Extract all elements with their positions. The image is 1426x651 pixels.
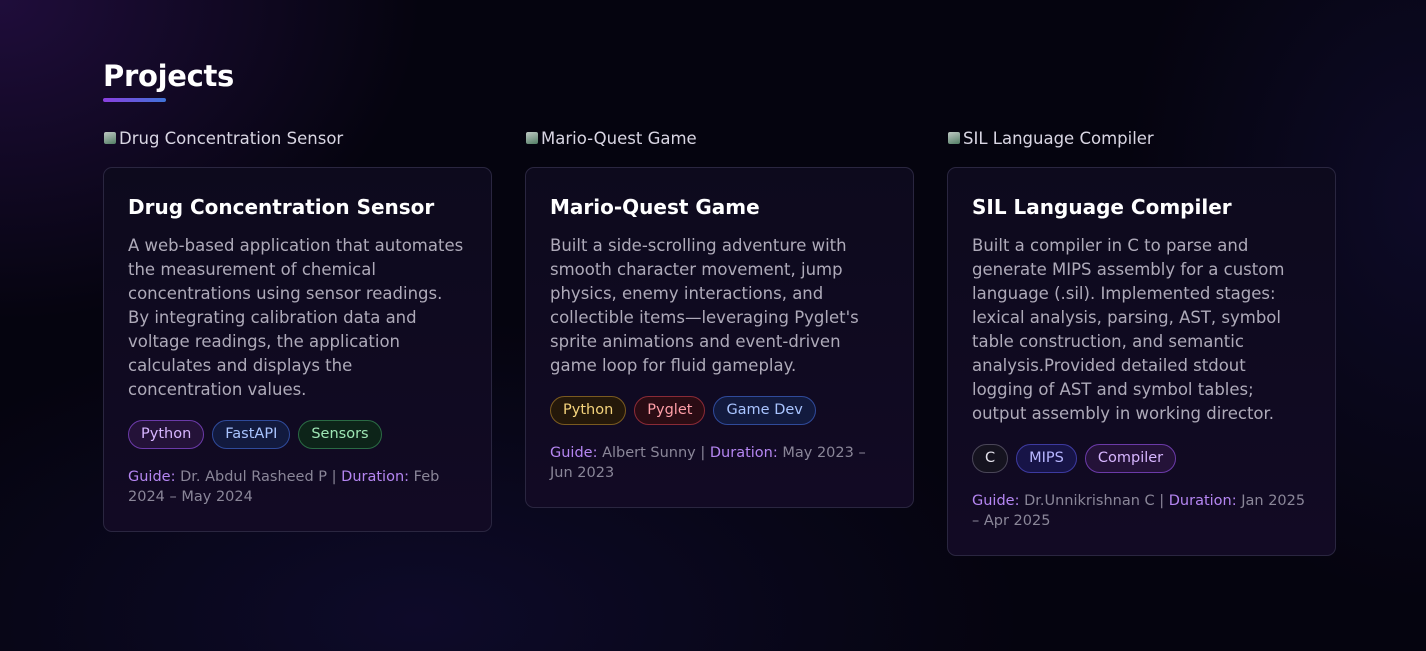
broken-image-icon bbox=[103, 131, 118, 146]
project-meta: Guide: Dr.Unnikrishnan C | Duration: Jan… bbox=[972, 491, 1311, 531]
project-description: A web-based application that automates t… bbox=[128, 236, 464, 399]
project-meta: Guide: Albert Sunny | Duration: May 2023… bbox=[550, 443, 889, 483]
guide-name: Albert Sunny bbox=[602, 445, 696, 461]
project-title: SIL Language Compiler bbox=[972, 195, 1232, 219]
meta-separator: | bbox=[331, 469, 337, 485]
duration-value: May 2023 – Jun 2023 bbox=[550, 445, 866, 481]
project-description: Built a side-scrolling adventure with sm… bbox=[550, 236, 859, 375]
broken-image-icon bbox=[947, 131, 962, 146]
project-title: Mario-Quest Game bbox=[550, 195, 760, 219]
project-card: Drug Concentration Sensor A web-based ap… bbox=[103, 167, 492, 532]
project-column: Drug Concentration Sensor Drug Concentra… bbox=[103, 128, 492, 556]
project-card: SIL Language Compiler Built a compiler i… bbox=[947, 167, 1336, 556]
project-description: Built a compiler in C to parse and gener… bbox=[972, 236, 1285, 423]
project-image-alt: Drug Concentration Sensor bbox=[119, 128, 344, 148]
project-meta: Guide: Dr. Abdul Rasheed P | Duration: F… bbox=[128, 467, 467, 507]
title-underline bbox=[103, 98, 166, 102]
guide-label: Guide: bbox=[128, 469, 176, 485]
tag-mips: MIPS bbox=[1016, 444, 1077, 473]
project-image: Mario-Quest Game bbox=[525, 128, 914, 148]
tag-list: Python FastAPI Sensors bbox=[128, 420, 467, 449]
duration-label: Duration: bbox=[1168, 493, 1237, 509]
project-image-alt: SIL Language Compiler bbox=[963, 128, 1154, 148]
tag-game-dev: Game Dev bbox=[713, 396, 816, 425]
tag-compiler: Compiler bbox=[1084, 444, 1177, 473]
tag-list: C MIPS Compiler bbox=[972, 444, 1311, 473]
tag-python: Python bbox=[550, 396, 627, 425]
project-column: SIL Language Compiler SIL Language Compi… bbox=[947, 128, 1336, 556]
tag-fastapi: FastAPI bbox=[212, 420, 291, 449]
tag-sensors: Sensors bbox=[298, 420, 382, 449]
tag-list: Python Pyglet Game Dev bbox=[550, 396, 889, 425]
guide-label: Guide: bbox=[550, 445, 598, 461]
project-image: SIL Language Compiler bbox=[947, 128, 1336, 148]
guide-name: Dr.Unnikrishnan C bbox=[1024, 493, 1155, 509]
project-image-alt: Mario-Quest Game bbox=[541, 128, 697, 148]
duration-label: Duration: bbox=[341, 469, 410, 485]
tag-pyglet: Pyglet bbox=[634, 396, 706, 425]
projects-grid: Drug Concentration Sensor Drug Concentra… bbox=[103, 128, 1336, 556]
tag-python: Python bbox=[128, 420, 205, 449]
project-column: Mario-Quest Game Mario-Quest Game Built … bbox=[525, 128, 914, 556]
guide-label: Guide: bbox=[972, 493, 1020, 509]
projects-section: Projects Drug Concentration Sensor Drug … bbox=[103, 58, 1336, 556]
project-title: Drug Concentration Sensor bbox=[128, 195, 435, 219]
project-image: Drug Concentration Sensor bbox=[103, 128, 492, 148]
project-card: Mario-Quest Game Built a side-scrolling … bbox=[525, 167, 914, 508]
broken-image-icon bbox=[525, 131, 540, 146]
meta-separator: | bbox=[1159, 493, 1165, 509]
meta-separator: | bbox=[700, 445, 706, 461]
tag-c: C bbox=[972, 444, 1009, 473]
section-title: Projects bbox=[103, 59, 235, 93]
guide-name: Dr. Abdul Rasheed P bbox=[180, 469, 328, 485]
duration-label: Duration: bbox=[709, 445, 778, 461]
